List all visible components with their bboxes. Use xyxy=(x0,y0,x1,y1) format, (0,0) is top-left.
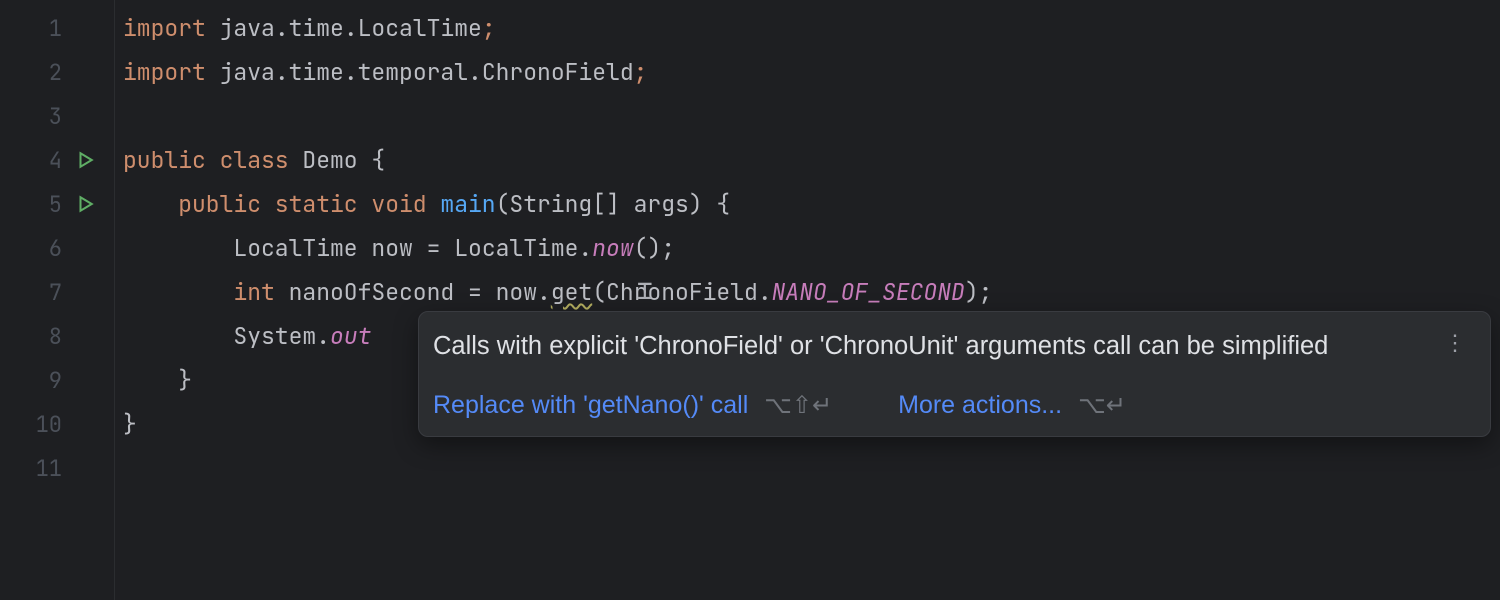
line-number: 3 xyxy=(49,102,62,131)
gutter-row: 3 xyxy=(0,94,114,138)
text-cursor-icon: ⌶ xyxy=(637,272,653,307)
args-open: (ChronoField. xyxy=(592,277,771,307)
run-icon[interactable] xyxy=(76,151,94,169)
gutter-row: 6 xyxy=(0,226,114,270)
static-method: now xyxy=(592,233,633,263)
params: (String[] args) { xyxy=(496,189,731,219)
line-number: 2 xyxy=(49,58,62,87)
args-close: ); xyxy=(965,277,993,307)
inspection-tooltip: Calls with explicit 'ChronoField' or 'Ch… xyxy=(418,311,1491,437)
line-number: 7 xyxy=(49,278,62,307)
package-path: java.time.LocalTime xyxy=(206,13,482,43)
code-line[interactable] xyxy=(123,94,1500,138)
method-warning: get xyxy=(551,277,592,307)
line-number: 5 xyxy=(49,190,62,219)
gutter-row: 11 xyxy=(0,446,114,490)
brace: } xyxy=(178,365,192,395)
code-line[interactable]: import java.time.temporal.ChronoField; xyxy=(123,50,1500,94)
gutter-row: 10 xyxy=(0,402,114,446)
brace: { xyxy=(358,145,386,175)
quickfix-replace-link[interactable]: Replace with 'getNano()' call xyxy=(433,391,748,420)
code-line[interactable]: import java.time.LocalTime; xyxy=(123,6,1500,50)
assignment: now = LocalTime. xyxy=(371,233,592,263)
class-name: Demo xyxy=(302,145,357,175)
action-group: More actions... ⌥↵ xyxy=(898,391,1126,420)
package-path: java.time.temporal.ChronoField xyxy=(206,57,634,87)
action-group: Replace with 'getNano()' call ⌥⇧↵ xyxy=(433,391,832,420)
keyword-import: import xyxy=(123,57,206,87)
gutter-row: 8 xyxy=(0,314,114,358)
assignment: nanoOfSecond = now. xyxy=(289,277,551,307)
gutter-row: 9 xyxy=(0,358,114,402)
more-vertical-icon[interactable]: ⋮ xyxy=(1440,330,1470,356)
static-field: out xyxy=(330,321,371,351)
keyword-modifier: public static void xyxy=(178,189,440,219)
line-number: 8 xyxy=(49,322,62,351)
code-line[interactable]: LocalTime now = LocalTime.now(); xyxy=(123,226,1500,270)
system-ref: System. xyxy=(233,321,330,351)
indent xyxy=(123,321,233,351)
constant: NANO_OF_SECOND xyxy=(772,277,965,307)
code-area[interactable]: import java.time.LocalTime; import java.… xyxy=(115,0,1500,600)
indent xyxy=(123,365,178,395)
tooltip-header: Calls with explicit 'ChronoField' or 'Ch… xyxy=(433,330,1470,363)
keyword-import: import xyxy=(123,13,206,43)
code-line[interactable]: public class Demo { xyxy=(123,138,1500,182)
more-actions-link[interactable]: More actions... xyxy=(898,391,1062,420)
shortcut-label: ⌥⇧↵ xyxy=(764,391,832,420)
gutter: 1 2 3 4 5 6 7 8 9 10 11 xyxy=(0,0,115,600)
code-line[interactable] xyxy=(123,446,1500,490)
keyword-type: int xyxy=(233,277,288,307)
method-name: main xyxy=(440,189,495,219)
line-number: 11 xyxy=(36,454,62,483)
gutter-row: 7 xyxy=(0,270,114,314)
line-number: 9 xyxy=(49,366,62,395)
line-number: 1 xyxy=(49,14,62,43)
code-line[interactable]: public static void main(String[] args) { xyxy=(123,182,1500,226)
type-name: LocalTime xyxy=(233,233,371,263)
semicolon: ; xyxy=(634,57,648,87)
code-line[interactable]: int nanoOfSecond = now.get(ChronoField.N… xyxy=(123,270,1500,314)
inspection-message: Calls with explicit 'ChronoField' or 'Ch… xyxy=(433,330,1328,363)
keyword-class: public class xyxy=(123,145,302,175)
call-end: (); xyxy=(634,233,675,263)
tooltip-actions: Replace with 'getNano()' call ⌥⇧↵ More a… xyxy=(433,391,1470,420)
gutter-row: 5 xyxy=(0,182,114,226)
semicolon: ; xyxy=(482,13,496,43)
brace: } xyxy=(123,409,137,439)
gutter-row: 2 xyxy=(0,50,114,94)
indent xyxy=(123,277,233,307)
code-editor[interactable]: 1 2 3 4 5 6 7 8 9 10 11 import java.time… xyxy=(0,0,1500,600)
indent xyxy=(123,189,178,219)
gutter-row: 4 xyxy=(0,138,114,182)
indent xyxy=(123,233,233,263)
line-number: 4 xyxy=(49,146,62,175)
shortcut-label: ⌥↵ xyxy=(1078,391,1126,420)
line-number: 10 xyxy=(36,410,62,439)
line-number: 6 xyxy=(49,234,62,263)
run-icon[interactable] xyxy=(76,195,94,213)
gutter-row: 1 xyxy=(0,6,114,50)
